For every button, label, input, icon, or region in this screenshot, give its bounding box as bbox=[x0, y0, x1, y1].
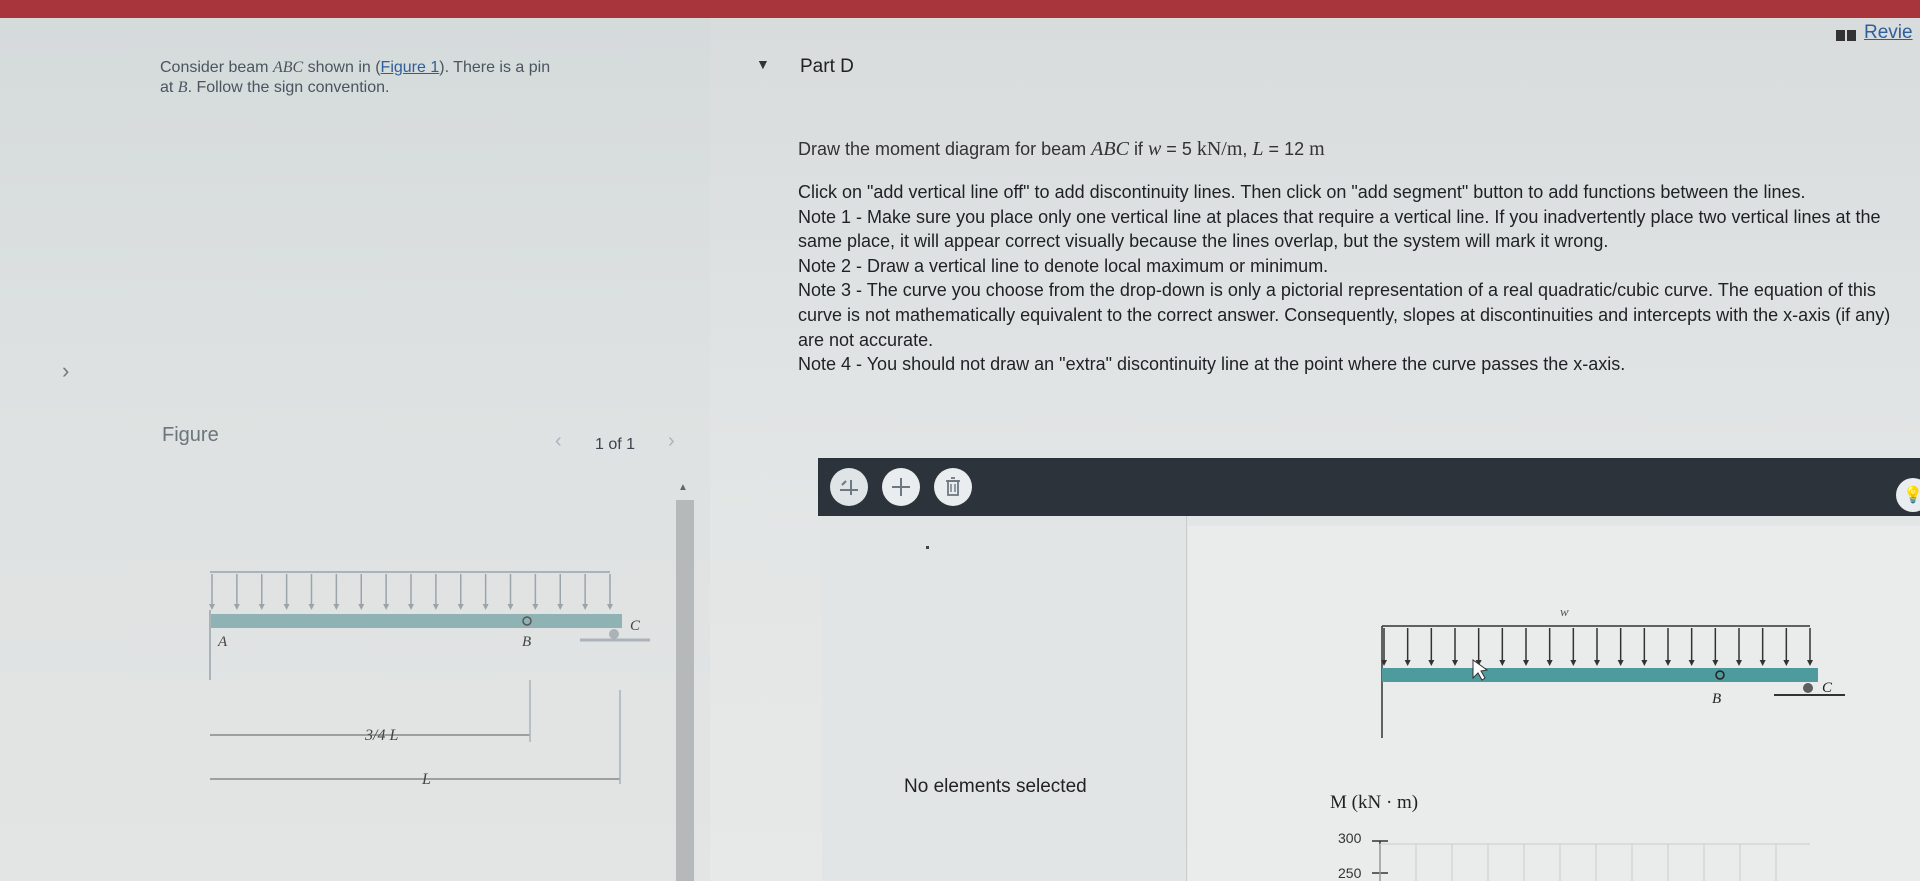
load-arrowhead bbox=[358, 604, 365, 610]
question-text: Draw the moment diagram for beam ABC if … bbox=[798, 138, 1325, 160]
load-arrowhead bbox=[1570, 660, 1577, 666]
beam bbox=[210, 614, 622, 628]
figure-next-button[interactable]: › bbox=[668, 430, 675, 453]
part-title: Part D bbox=[800, 56, 854, 77]
tick-label-250: 250 bbox=[1338, 865, 1362, 881]
add-segment-icon bbox=[892, 478, 910, 496]
load-arrowhead bbox=[1617, 660, 1624, 666]
intro-text: Consider beam bbox=[160, 59, 273, 76]
delete-icon bbox=[946, 477, 960, 496]
load-arrowhead bbox=[383, 604, 390, 610]
load-arrowhead bbox=[1665, 660, 1671, 666]
load-arrowhead bbox=[557, 604, 564, 610]
instructions-block: Click on "add vertical line off" to add … bbox=[798, 180, 1910, 377]
canvas-load-arrows bbox=[1381, 628, 1813, 666]
review-link[interactable]: Revie bbox=[1864, 22, 1913, 44]
moment-plot-area bbox=[1372, 840, 1810, 881]
note-3: Note 3 - The curve you choose from the d… bbox=[798, 280, 1891, 350]
browser-top-bar bbox=[0, 0, 1920, 18]
load-arrowhead bbox=[1523, 660, 1529, 666]
note-4: Note 4 - You should not draw an "extra" … bbox=[798, 354, 1626, 375]
lightbulb-icon: 💡 bbox=[1903, 487, 1920, 504]
load-arrowhead bbox=[1712, 660, 1719, 666]
canvas-label-C: C bbox=[1822, 680, 1833, 696]
no-selection-text: No elements selected bbox=[904, 776, 1087, 797]
note-2: Note 2 - Draw a vertical line to denote … bbox=[798, 255, 1329, 276]
label-C: C bbox=[630, 618, 641, 634]
load-arrowhead bbox=[283, 604, 290, 610]
dim-three-quarter-L: 3/4 L bbox=[364, 727, 398, 744]
dim-L: L bbox=[421, 771, 431, 788]
canvas-beam bbox=[1382, 668, 1818, 682]
label-B: B bbox=[522, 634, 531, 650]
load-arrowhead bbox=[408, 604, 414, 610]
canvas-label-B: B bbox=[1712, 691, 1721, 707]
add-vertical-line-button[interactable] bbox=[830, 468, 868, 506]
load-arrowhead bbox=[1688, 660, 1695, 666]
add-vertical-line-icon bbox=[840, 480, 858, 495]
load-arrowhead bbox=[333, 604, 340, 610]
load-arrowhead bbox=[1759, 660, 1766, 666]
beam-figure: A B C 3/4 L L bbox=[209, 571, 650, 788]
canvas-support-C bbox=[1803, 683, 1813, 693]
load-arrowhead bbox=[1546, 660, 1553, 666]
support-C bbox=[609, 629, 619, 639]
load-label-w: w bbox=[1560, 604, 1569, 619]
load-arrowhead bbox=[457, 604, 464, 610]
load-arrowhead bbox=[507, 604, 514, 610]
load-arrowhead bbox=[1783, 660, 1790, 666]
instruction-main: Click on "add vertical line off" to add … bbox=[798, 182, 1806, 202]
load-arrowhead bbox=[1736, 660, 1742, 666]
load-arrowhead bbox=[1594, 660, 1600, 666]
add-segment-button[interactable] bbox=[882, 468, 920, 506]
figure-scrollbar[interactable] bbox=[676, 500, 694, 881]
load-arrowhead bbox=[532, 604, 539, 610]
load-arrowhead bbox=[1428, 660, 1435, 666]
load-arrowhead bbox=[482, 604, 489, 610]
load-arrowhead bbox=[432, 604, 439, 610]
load-arrowhead bbox=[308, 604, 315, 610]
drawing-toolbar bbox=[818, 458, 1920, 516]
intro-line-2: at B. Follow the sign convention. bbox=[160, 79, 390, 96]
beam-name: ABC bbox=[272, 59, 304, 76]
load-arrowhead bbox=[582, 604, 589, 610]
load-arrows bbox=[209, 574, 613, 610]
figure-prev-button[interactable]: ‹ bbox=[555, 430, 562, 453]
load-arrowhead bbox=[607, 604, 613, 610]
load-arrowhead bbox=[1404, 660, 1411, 666]
load-arrowhead bbox=[209, 604, 215, 610]
expand-arrow-icon[interactable]: › bbox=[62, 358, 69, 384]
panel-dot bbox=[926, 546, 929, 549]
load-arrowhead bbox=[1641, 660, 1648, 666]
part-collapse-toggle-icon[interactable]: ▼ bbox=[756, 56, 770, 72]
load-arrowhead bbox=[233, 604, 240, 610]
scroll-up-icon[interactable]: ▲ bbox=[678, 482, 688, 493]
load-arrowhead bbox=[1452, 660, 1458, 666]
note-1: Note 1 - Make sure you place only one ve… bbox=[798, 206, 1881, 252]
intro-line-1: Consider beam ABC shown in (Figure 1). T… bbox=[160, 59, 551, 76]
canvas-beam-figure: w B C bbox=[1381, 604, 1845, 738]
figure-pager: 1 of 1 bbox=[595, 436, 636, 453]
moment-axis-label: M (kN · m) bbox=[1330, 792, 1419, 813]
load-arrowhead bbox=[258, 604, 265, 610]
load-arrowhead bbox=[1807, 660, 1813, 666]
delete-button[interactable] bbox=[934, 468, 972, 506]
problem-intro: Consider beam ABC shown in (Figure 1). T… bbox=[160, 58, 680, 98]
figure-label: Figure bbox=[162, 424, 219, 446]
load-arrowhead bbox=[1499, 660, 1506, 666]
moment-grid bbox=[1379, 844, 1777, 881]
review-icon bbox=[1836, 28, 1858, 41]
tick-label-300: 300 bbox=[1338, 830, 1362, 846]
properties-panel bbox=[822, 516, 1187, 881]
figure-link[interactable]: Figure 1 bbox=[381, 59, 440, 76]
label-A: A bbox=[217, 634, 228, 650]
